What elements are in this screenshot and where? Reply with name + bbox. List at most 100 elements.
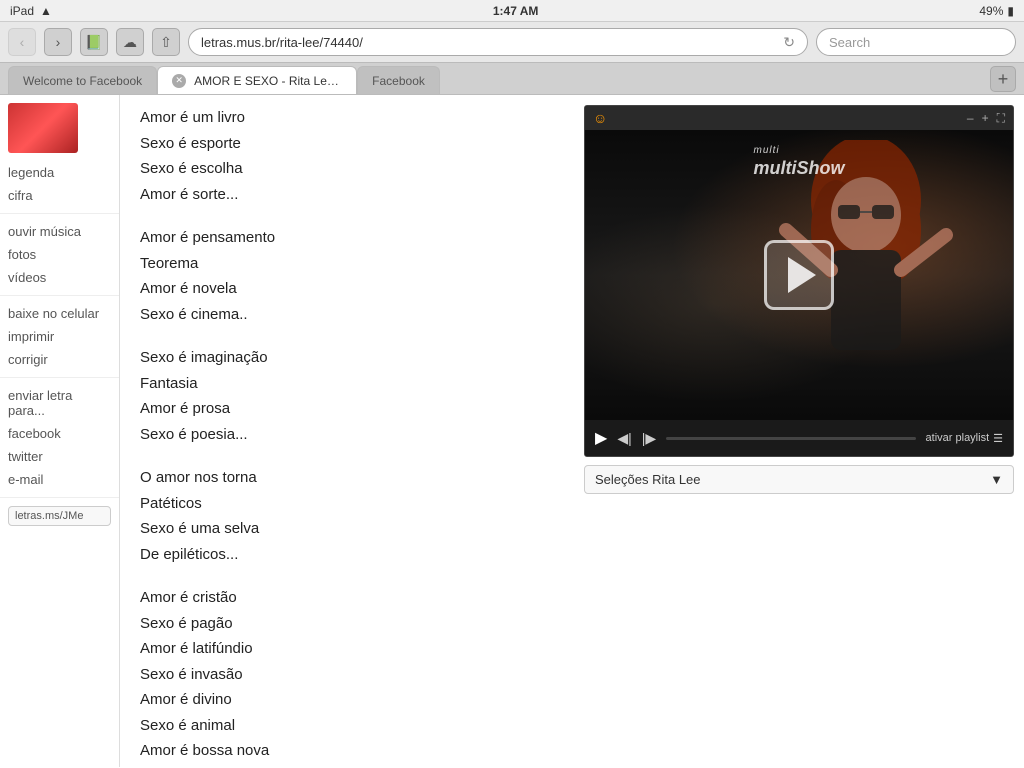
sidebar-shortlink: letras.ms/JMe [8, 506, 111, 526]
sidebar-item-corrigir[interactable]: corrigir [0, 348, 119, 371]
tab-bar: Welcome to Facebook ✕ AMOR E SEXO - Rita… [0, 63, 1024, 95]
ativar-playlist-button[interactable]: ativar playlist ☰ [926, 432, 1003, 445]
browser-chrome: ‹ › 📗 ☁ ⇧ letras.mus.br/rita-lee/74440/ … [0, 22, 1024, 63]
sidebar-item-baixe[interactable]: baixe no celular [0, 302, 119, 325]
lyrics-line: Fantasia [140, 371, 554, 397]
sidebar-item-fotos[interactable]: fotos [0, 243, 119, 266]
sidebar-divider-3 [0, 377, 119, 378]
play-overlay-button[interactable] [764, 240, 834, 310]
sidebar-item-facebook[interactable]: facebook [0, 422, 119, 445]
lyrics-line: Sexo é pagão [140, 611, 554, 637]
search-bar[interactable]: Search [816, 28, 1016, 56]
lyrics-area: Amor é um livro Sexo é esporte Sexo é es… [120, 95, 574, 767]
lyrics-line: Amor é latifúndio [140, 636, 554, 662]
lyrics-stanza-4: O amor nos torna Patéticos Sexo é uma se… [140, 465, 554, 567]
sidebar-divider-1 [0, 213, 119, 214]
lyrics-stanza-3: Sexo é imaginação Fantasia Amor é prosa … [140, 345, 554, 447]
lyrics-line: Sexo é carnaval [140, 764, 554, 768]
playlist-icon: ☰ [993, 432, 1003, 445]
lyrics-line: Sexo é cinema.. [140, 302, 554, 328]
lyrics-line: Sexo é invasão [140, 662, 554, 688]
video-play-button[interactable]: ▶ [595, 428, 607, 448]
lyrics-line: Patéticos [140, 491, 554, 517]
video-panel: ☺ – + ⛶ [574, 95, 1024, 767]
url-bar[interactable]: letras.mus.br/rita-lee/74440/ ↻ [188, 28, 808, 56]
sidebar-item-cifra[interactable]: cifra [0, 184, 119, 207]
sidebar-divider-4 [0, 497, 119, 498]
lyrics-line: Amor é sorte... [140, 182, 554, 208]
main-content: Amor é um livro Sexo é esporte Sexo é es… [120, 95, 1024, 767]
lyrics-line: Sexo é animal [140, 713, 554, 739]
tab-facebook[interactable]: Facebook [357, 66, 440, 94]
wifi-icon: ▲ [40, 4, 52, 18]
video-screen[interactable]: multi multiShow [585, 130, 1013, 420]
tab-label: Welcome to Facebook [23, 74, 142, 88]
reload-icon[interactable]: ↻ [783, 34, 795, 51]
sidebar-item-legenda[interactable]: legenda [0, 161, 119, 184]
video-top-controls: – + ⛶ [967, 111, 1005, 126]
lyrics-line: Amor é um livro [140, 105, 554, 131]
sidebar-item-email[interactable]: e-mail [0, 468, 119, 491]
status-bar: iPad ▲ 1:47 AM 49% ▮ [0, 0, 1024, 22]
status-left: iPad ▲ [10, 4, 52, 18]
sidebar-divider-2 [0, 295, 119, 296]
smiley-icon: ☺ [593, 110, 607, 126]
lyrics-line: Sexo é esporte [140, 131, 554, 157]
lyrics-line: De epiléticos... [140, 542, 554, 568]
tab-label: AMOR E SEXO - Rita Lee (letra e vídeo) [194, 74, 342, 88]
lyrics-stanza-2: Amor é pensamento Teorema Amor é novela … [140, 225, 554, 327]
lyrics-line: Amor é pensamento [140, 225, 554, 251]
minimize-button[interactable]: – [967, 111, 974, 125]
video-progress-bar[interactable] [666, 437, 915, 440]
sidebar-item-videos[interactable]: vídeos [0, 266, 119, 289]
expand-button[interactable]: + [982, 111, 989, 125]
fullscreen-button[interactable]: ⛶ [997, 111, 1005, 126]
lyrics-line: Amor é divino [140, 687, 554, 713]
sidebar-item-ouvir[interactable]: ouvir música [0, 220, 119, 243]
status-time: 1:47 AM [493, 4, 539, 18]
video-playlist-dropdown[interactable]: Seleções Rita Lee ▼ [584, 465, 1014, 494]
sidebar-item-twitter[interactable]: twitter [0, 445, 119, 468]
tab-close-button[interactable]: ✕ [172, 74, 186, 88]
lyrics-line: Sexo é escolha [140, 156, 554, 182]
lyrics-line: Amor é bossa nova [140, 738, 554, 764]
ativar-text: ativar playlist [926, 432, 990, 444]
tab-facebook-welcome[interactable]: Welcome to Facebook [8, 66, 157, 94]
search-placeholder: Search [829, 35, 870, 50]
back-button[interactable]: ‹ [8, 28, 36, 56]
new-tab-button[interactable]: + [990, 66, 1016, 92]
battery-label: 49% [979, 4, 1003, 18]
video-next-button[interactable]: |▶ [642, 430, 656, 447]
lyrics-line: Sexo é uma selva [140, 516, 554, 542]
lyrics-stanza-5: Amor é cristão Sexo é pagão Amor é latif… [140, 585, 554, 767]
lyrics-line: Sexo é imaginação [140, 345, 554, 371]
sidebar-thumbnail [8, 103, 78, 153]
dropdown-label: Seleções Rita Lee [595, 472, 701, 487]
tab-label: Facebook [372, 74, 425, 88]
url-text: letras.mus.br/rita-lee/74440/ [201, 35, 363, 50]
sidebar-item-enviar[interactable]: enviar letra para... [0, 384, 119, 422]
status-right: 49% ▮ [979, 4, 1014, 18]
page-content: legenda cifra ouvir música fotos vídeos … [0, 95, 1024, 767]
lyrics-line: O amor nos torna [140, 465, 554, 491]
multishow-logo: multi multiShow [754, 140, 845, 179]
lyrics-line: Sexo é poesia... [140, 422, 554, 448]
bookmarks-button[interactable]: 📗 [80, 28, 108, 56]
video-prev-button[interactable]: ◀| [617, 430, 631, 447]
forward-button[interactable]: › [44, 28, 72, 56]
video-bottom-bar: ▶ ◀| |▶ ativar playlist ☰ [585, 420, 1013, 456]
tab-amor-sexo[interactable]: ✕ AMOR E SEXO - Rita Lee (letra e vídeo) [157, 66, 357, 94]
lyrics-line: Teorema [140, 251, 554, 277]
sidebar-item-imprimir[interactable]: imprimir [0, 325, 119, 348]
lyrics-line: Amor é novela [140, 276, 554, 302]
share-button[interactable]: ⇧ [152, 28, 180, 56]
sidebar: legenda cifra ouvir música fotos vídeos … [0, 95, 120, 767]
chevron-down-icon: ▼ [990, 472, 1003, 487]
cloud-button[interactable]: ☁ [116, 28, 144, 56]
lyrics-stanza-1: Amor é um livro Sexo é esporte Sexo é es… [140, 105, 554, 207]
lyrics-line: Amor é prosa [140, 396, 554, 422]
battery-icon: ▮ [1007, 4, 1014, 18]
device-label: iPad [10, 4, 34, 18]
play-triangle-icon [788, 257, 816, 293]
video-player: ☺ – + ⛶ [584, 105, 1014, 457]
